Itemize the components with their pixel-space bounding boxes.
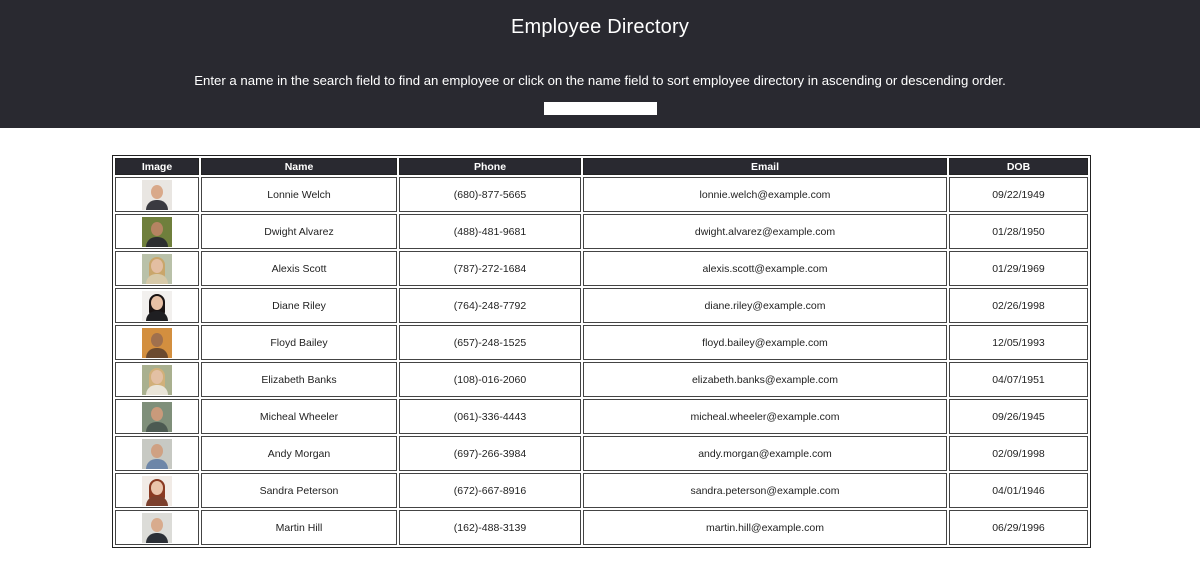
employee-table: Image Name Phone Email DOB Lonnie Welch … bbox=[112, 155, 1091, 548]
phone-cell: (061)-336-4443 bbox=[399, 399, 581, 434]
table-body: Lonnie Welch (680)-877-5665 lonnie.welch… bbox=[115, 177, 1088, 545]
page-header: Employee Directory Enter a name in the s… bbox=[0, 0, 1200, 128]
email-cell: floyd.bailey@example.com bbox=[583, 325, 947, 360]
table-row: Alexis Scott (787)-272-1684 alexis.scott… bbox=[115, 251, 1088, 286]
email-cell: lonnie.welch@example.com bbox=[583, 177, 947, 212]
dob-cell: 06/29/1996 bbox=[949, 510, 1088, 545]
phone-cell: (787)-272-1684 bbox=[399, 251, 581, 286]
avatar-head bbox=[151, 332, 163, 347]
phone-cell: (764)-248-7792 bbox=[399, 288, 581, 323]
employee-photo bbox=[142, 253, 172, 284]
image-cell bbox=[115, 362, 199, 397]
name-cell: Dwight Alvarez bbox=[201, 214, 397, 249]
email-cell: martin.hill@example.com bbox=[583, 510, 947, 545]
employee-photo bbox=[142, 401, 172, 432]
table-row: Floyd Bailey (657)-248-1525 floyd.bailey… bbox=[115, 325, 1088, 360]
avatar-head bbox=[151, 221, 163, 236]
email-cell: micheal.wheeler@example.com bbox=[583, 399, 947, 434]
phone-cell: (657)-248-1525 bbox=[399, 325, 581, 360]
phone-cell: (680)-877-5665 bbox=[399, 177, 581, 212]
table-row: Micheal Wheeler (061)-336-4443 micheal.w… bbox=[115, 399, 1088, 434]
email-cell: elizabeth.banks@example.com bbox=[583, 362, 947, 397]
image-cell bbox=[115, 214, 199, 249]
employee-photo bbox=[142, 438, 172, 469]
employee-photo bbox=[142, 179, 172, 210]
column-header-name-sort[interactable]: Name bbox=[201, 158, 397, 175]
dob-cell: 12/05/1993 bbox=[949, 325, 1088, 360]
phone-cell: (162)-488-3139 bbox=[399, 510, 581, 545]
email-cell: andy.morgan@example.com bbox=[583, 436, 947, 471]
name-cell: Martin Hill bbox=[201, 510, 397, 545]
dob-cell: 01/29/1969 bbox=[949, 251, 1088, 286]
search-input[interactable] bbox=[544, 102, 657, 115]
employee-photo bbox=[142, 290, 172, 321]
page-title: Employee Directory bbox=[510, 16, 690, 38]
image-cell bbox=[115, 399, 199, 434]
column-header-email: Email bbox=[583, 158, 947, 175]
email-cell: alexis.scott@example.com bbox=[583, 251, 947, 286]
dob-cell: 01/28/1950 bbox=[949, 214, 1088, 249]
image-cell bbox=[115, 288, 199, 323]
table-row: Sandra Peterson (672)-667-8916 sandra.pe… bbox=[115, 473, 1088, 508]
email-cell: dwight.alvarez@example.com bbox=[583, 214, 947, 249]
table-row: Martin Hill (162)-488-3139 martin.hill@e… bbox=[115, 510, 1088, 545]
phone-cell: (672)-667-8916 bbox=[399, 473, 581, 508]
dob-cell: 09/26/1945 bbox=[949, 399, 1088, 434]
dob-cell: 04/01/1946 bbox=[949, 473, 1088, 508]
phone-cell: (697)-266-3984 bbox=[399, 436, 581, 471]
name-cell: Alexis Scott bbox=[201, 251, 397, 286]
image-cell bbox=[115, 473, 199, 508]
column-header-phone: Phone bbox=[399, 158, 581, 175]
dob-cell: 09/22/1949 bbox=[949, 177, 1088, 212]
table-header-row: Image Name Phone Email DOB bbox=[115, 158, 1088, 175]
table-row: Dwight Alvarez (488)-481-9681 dwight.alv… bbox=[115, 214, 1088, 249]
employee-photo bbox=[142, 327, 172, 358]
table-row: Diane Riley (764)-248-7792 diane.riley@e… bbox=[115, 288, 1088, 323]
avatar-head bbox=[151, 480, 163, 495]
avatar-head bbox=[151, 406, 163, 421]
name-cell: Diane Riley bbox=[201, 288, 397, 323]
dob-cell: 02/26/1998 bbox=[949, 288, 1088, 323]
image-cell bbox=[115, 436, 199, 471]
image-cell bbox=[115, 325, 199, 360]
avatar-head bbox=[151, 369, 163, 384]
table-row: Elizabeth Banks (108)-016-2060 elizabeth… bbox=[115, 362, 1088, 397]
email-cell: sandra.peterson@example.com bbox=[583, 473, 947, 508]
instructions-text: Enter a name in the search field to find… bbox=[194, 73, 1006, 88]
name-cell: Micheal Wheeler bbox=[201, 399, 397, 434]
phone-cell: (108)-016-2060 bbox=[399, 362, 581, 397]
avatar-head bbox=[151, 517, 163, 532]
avatar-head bbox=[151, 443, 163, 458]
table-row: Lonnie Welch (680)-877-5665 lonnie.welch… bbox=[115, 177, 1088, 212]
dob-cell: 04/07/1951 bbox=[949, 362, 1088, 397]
avatar-head bbox=[151, 184, 163, 199]
dob-cell: 02/09/1998 bbox=[949, 436, 1088, 471]
email-cell: diane.riley@example.com bbox=[583, 288, 947, 323]
image-cell bbox=[115, 177, 199, 212]
image-cell bbox=[115, 510, 199, 545]
employee-photo bbox=[142, 512, 172, 543]
name-cell: Elizabeth Banks bbox=[201, 362, 397, 397]
image-cell bbox=[115, 251, 199, 286]
employee-photo bbox=[142, 216, 172, 247]
column-header-dob: DOB bbox=[949, 158, 1088, 175]
employee-photo bbox=[142, 475, 172, 506]
employee-photo bbox=[142, 364, 172, 395]
name-cell: Sandra Peterson bbox=[201, 473, 397, 508]
name-cell: Floyd Bailey bbox=[201, 325, 397, 360]
name-cell: Andy Morgan bbox=[201, 436, 397, 471]
phone-cell: (488)-481-9681 bbox=[399, 214, 581, 249]
name-cell: Lonnie Welch bbox=[201, 177, 397, 212]
table-row: Andy Morgan (697)-266-3984 andy.morgan@e… bbox=[115, 436, 1088, 471]
avatar-head bbox=[151, 295, 163, 310]
avatar-head bbox=[151, 258, 163, 273]
column-header-image: Image bbox=[115, 158, 199, 175]
